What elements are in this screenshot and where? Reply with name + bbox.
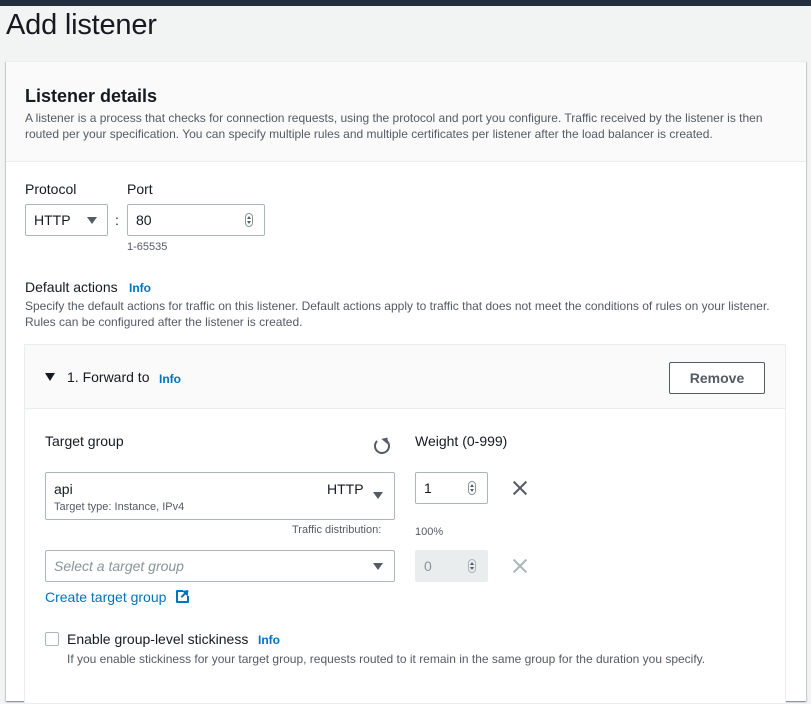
traffic-distribution-label: Traffic distribution: (292, 524, 382, 536)
stickiness-label[interactable]: Enable group-level stickiness (67, 631, 248, 647)
traffic-distribution-value: 100% (415, 526, 444, 538)
top-navigation-bar (0, 0, 811, 6)
port-range-hint: 1-65535 (127, 241, 168, 253)
stepper-icon[interactable] (245, 213, 253, 227)
stepper-icon (468, 559, 476, 573)
new-target-weight-input[interactable]: 0 (415, 550, 488, 582)
collapse-triangle-icon[interactable] (45, 373, 55, 381)
forward-action-title[interactable]: 1. Forward to (67, 369, 149, 385)
weight-label: Weight (0-999) (415, 433, 508, 449)
port-input[interactable]: 80 (127, 204, 265, 236)
card-description: A listener is a process that checks for … (25, 111, 763, 141)
caret-down-icon (87, 217, 97, 224)
default-actions-label: Default actions (25, 279, 118, 295)
target-group-protocol: HTTP (327, 481, 364, 497)
refresh-icon[interactable] (374, 438, 390, 454)
remove-new-target-close-icon[interactable] (512, 558, 528, 574)
forward-action-container: 1. Forward to Info Remove (24, 344, 786, 704)
target-group-select[interactable]: api HTTP Target type: Instance, IPv4 (45, 472, 395, 520)
card-header: Listener details A listener is a process… (6, 62, 806, 162)
target-group-subtitle: Target type: Instance, IPv4 (54, 501, 185, 513)
remove-button[interactable]: Remove (669, 362, 765, 394)
port-input-value: 80 (136, 212, 152, 228)
protocol-label: Protocol (25, 181, 77, 197)
page-title: Add listener (6, 9, 157, 41)
caret-down-icon (373, 492, 383, 499)
weight-input[interactable]: 1 (415, 472, 488, 504)
weight-input-value: 1 (424, 480, 432, 496)
create-target-group-link[interactable]: Create target group (45, 589, 166, 605)
forward-action-header: 1. Forward to Info Remove (25, 345, 785, 409)
stickiness-checkbox[interactable] (45, 632, 59, 646)
target-group-label: Target group (45, 433, 124, 449)
caret-down-icon (373, 563, 383, 570)
new-target-group-select[interactable]: Select a target group (45, 550, 395, 582)
stickiness-info-link[interactable]: Info (258, 633, 280, 647)
target-group-name: api (54, 481, 73, 497)
default-actions-description: Specify the default actions for traffic … (25, 299, 770, 329)
remove-target-close-icon[interactable] (512, 480, 528, 496)
card-title: Listener details (25, 86, 158, 106)
new-target-weight-value: 0 (424, 558, 432, 574)
port-label: Port (127, 181, 153, 197)
stepper-icon[interactable] (468, 481, 476, 495)
protocol-select[interactable]: HTTP (25, 204, 108, 236)
default-actions-info-link[interactable]: Info (129, 281, 151, 295)
stickiness-description: If you enable stickiness for your target… (67, 652, 706, 666)
forward-info-link[interactable]: Info (159, 372, 181, 386)
protocol-port-separator: : (115, 212, 119, 228)
new-target-group-placeholder: Select a target group (54, 558, 184, 574)
protocol-select-value: HTTP (34, 212, 71, 228)
